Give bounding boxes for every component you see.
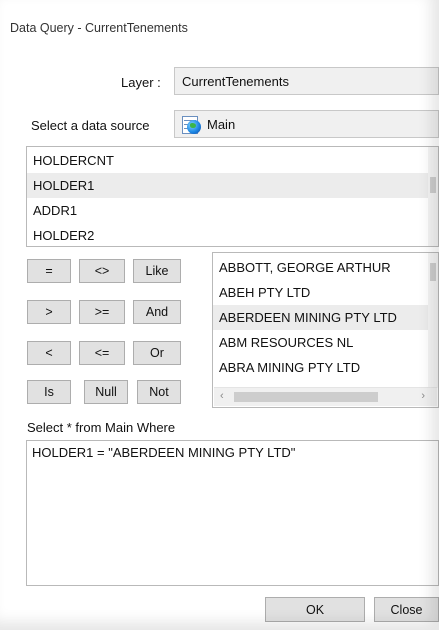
field-list[interactable]: HOLDERCNT HOLDER1 ADDR1 HOLDER2 (26, 146, 439, 247)
value-item[interactable]: ABRA MINING PTY LTD (213, 355, 438, 380)
field-list-scrollbar[interactable] (428, 147, 438, 246)
operator-not-equal-button[interactable]: <> (79, 259, 125, 283)
value-list-vscroll-thumb[interactable] (430, 263, 436, 281)
database-globe-icon (180, 114, 201, 135)
window-title: Data Query - CurrentTenements (10, 21, 188, 35)
ok-button[interactable]: OK (265, 597, 365, 622)
data-source-value: Main (207, 116, 236, 132)
operator-or-button[interactable]: Or (133, 341, 181, 365)
field-item-holder1[interactable]: HOLDER1 (27, 173, 438, 198)
field-item-holder2[interactable]: HOLDER2 (27, 223, 438, 246)
close-button[interactable]: Close (374, 597, 439, 622)
value-item[interactable]: ABM RESOURCES NL (213, 330, 438, 355)
field-item-holdercnt[interactable]: HOLDERCNT (27, 148, 438, 173)
value-list-hscrollbar[interactable]: ‹ › (214, 387, 437, 406)
field-list-scroll-thumb[interactable] (430, 177, 436, 193)
value-item[interactable]: ABEH PTY LTD (213, 280, 438, 305)
operator-is-button[interactable]: Is (27, 380, 71, 404)
query-prefix-label: Select * from Main Where (27, 420, 176, 435)
layer-combo[interactable]: CurrentTenements (174, 67, 439, 95)
operator-not-button[interactable]: Not (137, 380, 181, 404)
data-query-dialog: Data Query - CurrentTenements Layer : Cu… (0, 0, 439, 630)
field-item-addr1[interactable]: ADDR1 (27, 198, 438, 223)
value-list-hscroll-thumb[interactable] (234, 392, 378, 402)
operator-equals-button[interactable]: = (27, 259, 71, 283)
value-item[interactable]: ABBOTT, GEORGE ARTHUR (213, 255, 438, 280)
operator-greater-equal-button[interactable]: >= (79, 300, 125, 324)
value-list-vscrollbar[interactable] (428, 253, 438, 388)
operator-less-equal-button[interactable]: <= (79, 341, 125, 365)
scroll-right-icon[interactable]: › (421, 390, 425, 402)
operator-and-button[interactable]: And (133, 300, 181, 324)
operator-like-button[interactable]: Like (133, 259, 181, 283)
layer-label: Layer : (121, 75, 161, 90)
operator-null-button[interactable]: Null (84, 380, 128, 404)
data-source-combo[interactable]: Main (174, 110, 439, 138)
operator-greater-button[interactable]: > (27, 300, 71, 324)
value-item-selected[interactable]: ABERDEEN MINING PTY LTD (213, 305, 438, 330)
value-list[interactable]: ABBOTT, GEORGE ARTHUR ABEH PTY LTD ABERD… (212, 252, 439, 408)
data-source-label: Select a data source (31, 118, 150, 133)
query-textarea[interactable]: HOLDER1 = "ABERDEEN MINING PTY LTD" (26, 440, 439, 586)
layer-value: CurrentTenements (182, 73, 289, 89)
scroll-left-icon[interactable]: ‹ (220, 390, 224, 402)
operator-less-button[interactable]: < (27, 341, 71, 365)
